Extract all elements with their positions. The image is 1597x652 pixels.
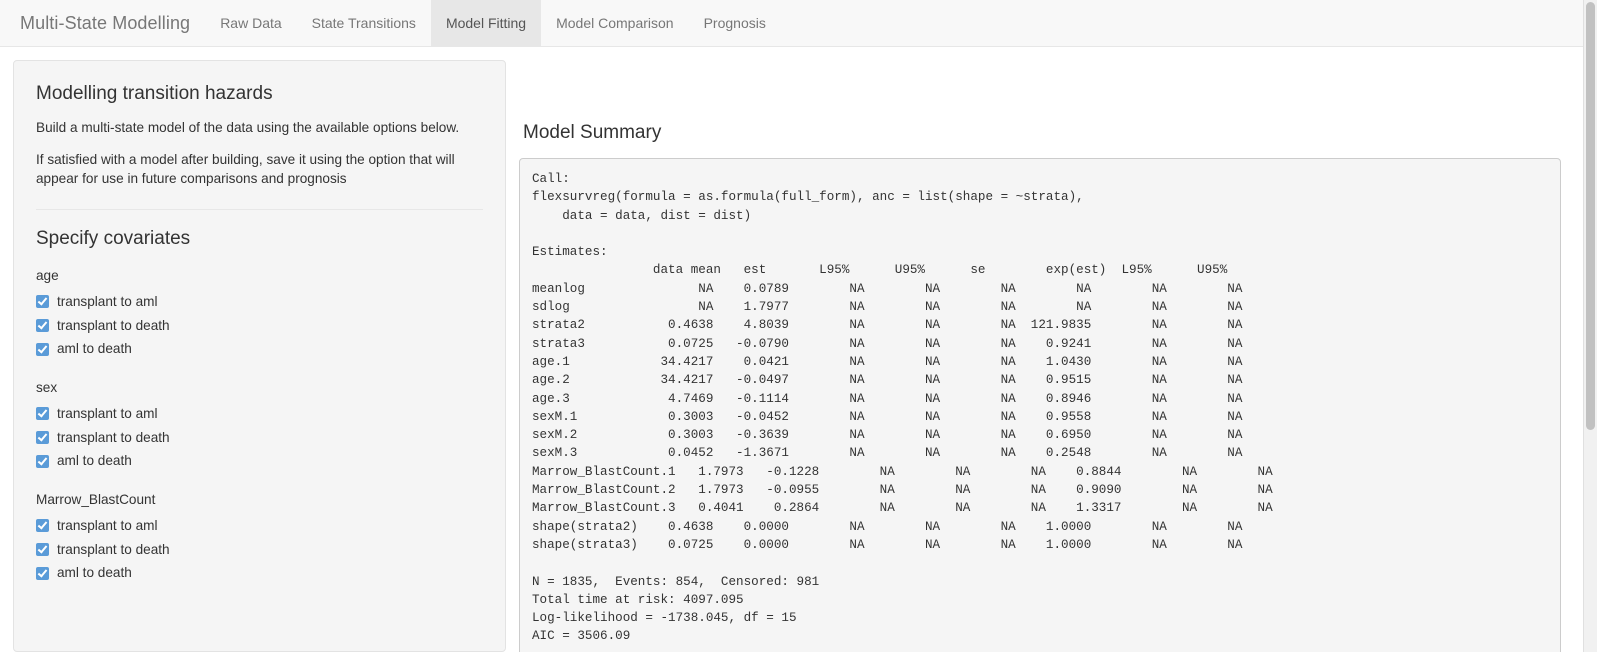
sidebar-paragraph-2: If satisfied with a model after building… (36, 151, 455, 187)
checkbox-label: aml to death (57, 565, 132, 581)
checkbox-marrow-aml-to-death[interactable]: aml to death (36, 564, 483, 582)
checkbox-marrow-transplant-to-death[interactable]: transplant to death (36, 541, 483, 559)
sidebar-column: Modelling transition hazards Build a mul… (0, 47, 506, 652)
checkbox-icon[interactable] (36, 430, 49, 444)
checkbox-age-aml-to-death[interactable]: aml to death (36, 340, 483, 358)
checkbox-icon[interactable] (36, 318, 49, 332)
sidebar-paragraph-1: Build a multi-state model of the data us… (36, 119, 460, 135)
tab-prognosis[interactable]: Prognosis (689, 0, 781, 46)
covariate-group-marrow-blastcount: Marrow_BlastCount transplant to aml tran… (36, 492, 483, 582)
vertical-scrollbar[interactable] (1583, 0, 1597, 652)
checkbox-label: transplant to aml (57, 405, 158, 421)
sidebar-heading: Modelling transition hazards (36, 83, 273, 104)
covariate-group-age: age transplant to aml transplant to deat… (36, 268, 483, 358)
main-column: Model Summary Call: flexsurvreg(formula … (506, 47, 1583, 652)
checkbox-icon[interactable] (36, 454, 49, 468)
checkbox-marrow-transplant-to-aml[interactable]: transplant to aml (36, 517, 483, 535)
checkbox-label: transplant to aml (57, 293, 158, 309)
checkbox-label: transplant to death (57, 541, 170, 557)
sidebar-divider (36, 208, 483, 210)
checkbox-label: transplant to death (57, 429, 170, 445)
checkbox-label: transplant to death (57, 317, 170, 333)
sidebar-panel: Modelling transition hazards Build a mul… (13, 60, 506, 652)
checkbox-age-transplant-to-aml[interactable]: transplant to aml (36, 293, 483, 311)
checkbox-icon[interactable] (36, 407, 49, 421)
checkbox-sex-aml-to-death[interactable]: aml to death (36, 452, 483, 470)
tab-model-fitting[interactable]: Model Fitting (430, 0, 542, 46)
checkbox-label: transplant to aml (57, 517, 158, 533)
checkbox-sex-transplant-to-aml[interactable]: transplant to aml (36, 405, 483, 423)
app-brand[interactable]: Multi-State Modelling (0, 0, 205, 46)
covariate-group-label: sex (36, 379, 58, 395)
navbar: Multi-State Modelling Raw Data State Tra… (0, 0, 1583, 47)
covariate-group-label: Marrow_BlastCount (36, 491, 156, 507)
checkbox-icon[interactable] (36, 566, 49, 580)
tab-model-comparison[interactable]: Model Comparison (541, 0, 689, 46)
tab-raw-data[interactable]: Raw Data (205, 0, 296, 46)
page-body: Modelling transition hazards Build a mul… (0, 47, 1583, 652)
model-summary-heading: Model Summary (523, 122, 662, 143)
nav-tabs: Raw Data State Transitions Model Fitting… (205, 0, 781, 46)
checkbox-icon[interactable] (36, 342, 49, 356)
covariate-group-label: age (36, 267, 59, 283)
checkbox-label: aml to death (57, 453, 132, 469)
checkbox-label: aml to death (57, 341, 132, 357)
model-summary-output: Call: flexsurvreg(formula = as.formula(f… (519, 158, 1561, 652)
checkbox-icon[interactable] (36, 542, 49, 556)
covariate-group-sex: sex transplant to aml transplant to deat… (36, 380, 483, 470)
specify-covariates-heading: Specify covariates (36, 227, 191, 249)
checkbox-sex-transplant-to-death[interactable]: transplant to death (36, 429, 483, 447)
checkbox-age-transplant-to-death[interactable]: transplant to death (36, 317, 483, 335)
tab-state-transitions[interactable]: State Transitions (297, 0, 431, 46)
checkbox-icon[interactable] (36, 519, 49, 533)
checkbox-icon[interactable] (36, 295, 49, 309)
vertical-scrollbar-thumb[interactable] (1586, 2, 1595, 430)
